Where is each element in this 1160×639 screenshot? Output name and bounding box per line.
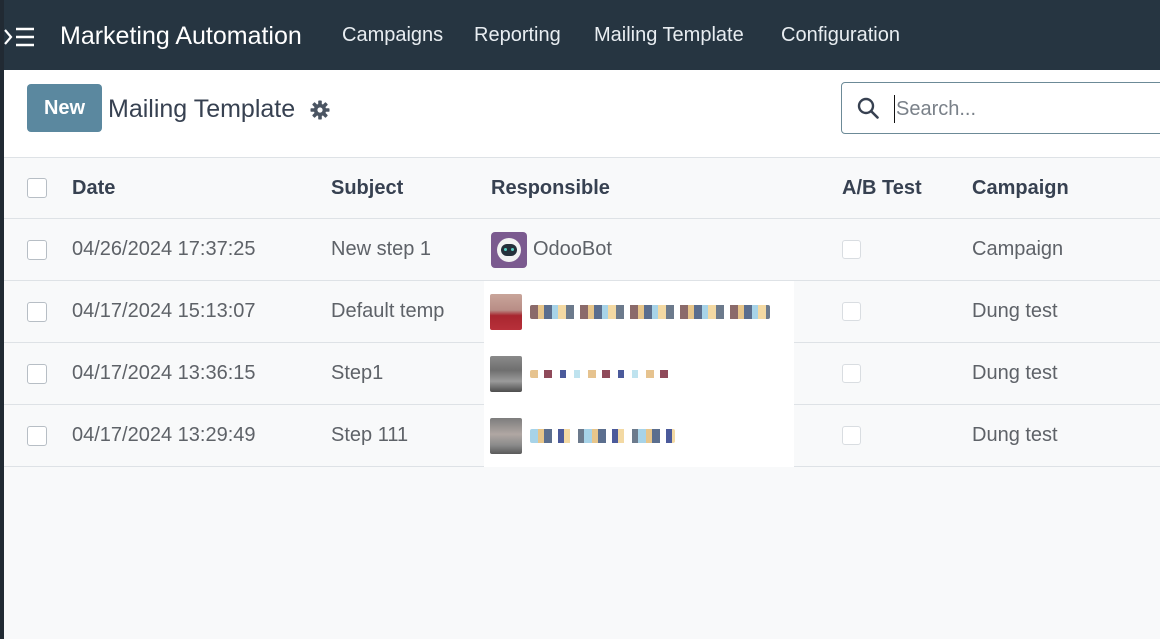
blurred-avatar <box>490 418 522 454</box>
new-button[interactable]: New <box>27 84 102 132</box>
ab-test-checkbox <box>842 302 861 321</box>
search-box <box>841 82 1160 134</box>
table-row[interactable]: 04/26/2024 17:37:25 New step 1 OdooBot C… <box>4 219 1160 281</box>
blurred-avatar <box>490 356 522 392</box>
row-select-cell <box>27 405 47 466</box>
column-header-campaign[interactable]: Campaign <box>972 158 1069 218</box>
nav-reporting[interactable]: Reporting <box>474 24 561 47</box>
row-ab-test-cell <box>842 219 861 280</box>
search-input[interactable] <box>894 95 1154 123</box>
table-row[interactable]: 04/17/2024 13:36:15 Step1 Dung test <box>4 343 1160 405</box>
control-panel: New Mailing Template <box>4 70 1160 158</box>
blurred-name <box>530 370 670 378</box>
gear-icon[interactable] <box>310 100 330 120</box>
app-title[interactable]: Marketing Automation <box>60 22 302 51</box>
row-campaign: Dung test <box>972 424 1058 446</box>
row-subject: Step 111 <box>331 424 409 446</box>
redacted-responsible <box>484 343 794 405</box>
page-title: Mailing Template <box>108 95 296 123</box>
column-header-responsible[interactable]: Responsible <box>491 158 610 218</box>
row-date: 04/17/2024 15:13:07 <box>72 300 256 322</box>
ab-test-checkbox <box>842 426 861 445</box>
row-ab-test-cell <box>842 343 861 404</box>
row-select-cell <box>27 343 47 404</box>
row-ab-test-cell <box>842 281 861 342</box>
row-campaign: Dung test <box>972 362 1058 384</box>
row-subject: Step1 <box>331 362 384 384</box>
select-all-checkbox[interactable] <box>27 178 47 198</box>
row-subject: Default temp <box>331 300 445 322</box>
redacted-responsible <box>484 281 794 343</box>
row-ab-test-cell <box>842 405 861 466</box>
row-date: 04/26/2024 17:37:25 <box>72 238 256 260</box>
table-row[interactable]: 04/17/2024 15:13:07 Default temp Dung te… <box>4 281 1160 343</box>
blurred-name <box>530 305 770 319</box>
column-header-date[interactable]: Date <box>72 158 115 218</box>
blurred-name <box>530 429 675 443</box>
column-header-ab-test[interactable]: A/B Test <box>842 158 922 218</box>
table-header: Date Subject Responsible A/B Test Campai… <box>4 158 1160 219</box>
row-select-cell <box>27 219 47 280</box>
nav-campaigns[interactable]: Campaigns <box>342 24 443 47</box>
row-checkbox[interactable] <box>27 239 47 260</box>
redacted-responsible <box>484 405 794 467</box>
row-campaign: Campaign <box>972 238 1064 260</box>
row-select-cell <box>27 281 47 342</box>
row-date: 04/17/2024 13:36:15 <box>72 362 256 384</box>
row-responsible: OdooBot <box>491 219 612 280</box>
select-all-cell <box>27 158 47 218</box>
table-row[interactable]: 04/17/2024 13:29:49 Step 111 Dung test <box>4 405 1160 467</box>
row-campaign: Dung test <box>972 300 1058 322</box>
row-date: 04/17/2024 13:29:49 <box>72 424 256 446</box>
blurred-avatar <box>490 294 522 330</box>
row-subject: New step 1 <box>331 238 432 260</box>
responsible-name: OdooBot <box>533 238 612 260</box>
menu-toggle-icon[interactable] <box>4 24 36 50</box>
search-icon[interactable] <box>857 97 879 119</box>
left-rail <box>0 0 4 639</box>
ab-test-checkbox <box>842 364 861 383</box>
top-navbar: Marketing Automation Campaigns Reporting… <box>0 0 1160 70</box>
row-checkbox[interactable] <box>27 363 47 384</box>
nav-configuration[interactable]: Configuration <box>781 24 900 47</box>
column-header-subject[interactable]: Subject <box>331 158 403 218</box>
odoobot-avatar-icon <box>491 231 527 268</box>
nav-mailing-template[interactable]: Mailing Template <box>594 24 744 47</box>
row-checkbox[interactable] <box>27 425 47 446</box>
mailing-template-list: Date Subject Responsible A/B Test Campai… <box>4 158 1160 467</box>
ab-test-checkbox <box>842 240 861 259</box>
row-checkbox[interactable] <box>27 301 47 322</box>
